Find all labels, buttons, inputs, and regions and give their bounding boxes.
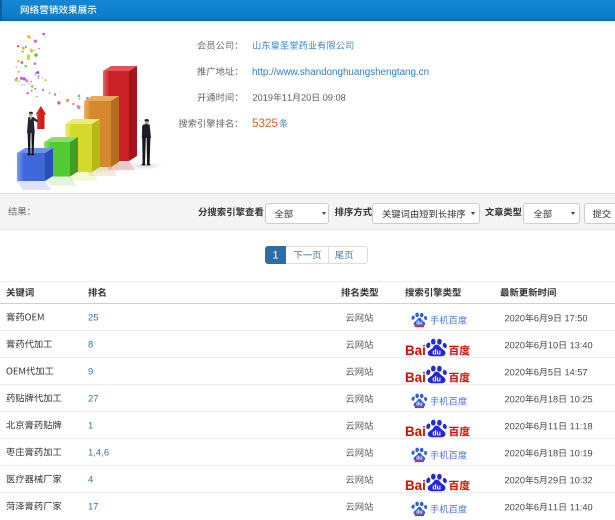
svg-text:1: 1 <box>88 421 93 432</box>
svg-text:27: 27 <box>88 394 99 405</box>
svg-text:5325: 5325 <box>252 117 279 130</box>
svg-text:http://www.shandonghuangshengt: http://www.shandonghuangshengtang.cn <box>252 67 429 78</box>
svg-text:25: 25 <box>88 313 99 324</box>
svg-text:1,4,6: 1,4,6 <box>88 448 109 459</box>
svg-text:17: 17 <box>88 502 99 513</box>
svg-text:4: 4 <box>88 475 93 486</box>
svg-text:1: 1 <box>272 250 278 262</box>
svg-text:9: 9 <box>88 367 93 378</box>
svg-text:8: 8 <box>88 340 93 351</box>
